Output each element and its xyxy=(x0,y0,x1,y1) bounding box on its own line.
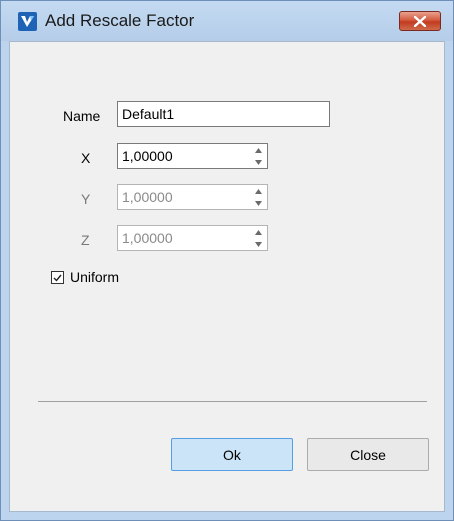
checkmark-icon xyxy=(53,274,62,282)
y-spinbox xyxy=(117,184,268,210)
ok-button[interactable]: Ok xyxy=(171,438,293,471)
z-spin-up-button xyxy=(249,226,267,238)
chevron-up-icon xyxy=(254,229,262,235)
uniform-label[interactable]: Uniform xyxy=(70,269,119,285)
title-bar[interactable]: Add Rescale Factor xyxy=(1,1,453,41)
y-label: Y xyxy=(81,191,91,207)
name-input[interactable] xyxy=(117,101,330,127)
separator xyxy=(38,401,427,402)
x-spinbox[interactable] xyxy=(117,143,268,169)
name-label: Name xyxy=(63,108,101,124)
dialog-window: Add Rescale Factor Name X Y xyxy=(0,0,454,521)
z-label: Z xyxy=(81,232,90,248)
x-spin-up-button[interactable] xyxy=(249,144,267,156)
chevron-up-icon xyxy=(254,188,262,194)
z-spinbox xyxy=(117,225,268,251)
uniform-checkbox[interactable] xyxy=(51,271,64,284)
chevron-down-icon xyxy=(254,159,262,165)
y-spin-down-button xyxy=(249,197,267,209)
y-input xyxy=(118,185,244,209)
y-spin-up-button xyxy=(249,185,267,197)
close-icon xyxy=(414,15,426,27)
x-input[interactable] xyxy=(118,144,244,168)
x-spin-down-button[interactable] xyxy=(249,156,267,168)
window-title: Add Rescale Factor xyxy=(45,11,195,30)
window-close-button[interactable] xyxy=(399,11,441,31)
app-logo-icon xyxy=(18,12,37,31)
close-button[interactable]: Close xyxy=(307,438,429,471)
z-spin-down-button xyxy=(249,238,267,250)
z-input xyxy=(118,226,244,250)
dialog-body: Name X Y xyxy=(9,41,445,512)
chevron-down-icon xyxy=(254,200,262,206)
chevron-up-icon xyxy=(254,147,262,153)
x-label: X xyxy=(81,150,91,166)
chevron-down-icon xyxy=(254,241,262,247)
